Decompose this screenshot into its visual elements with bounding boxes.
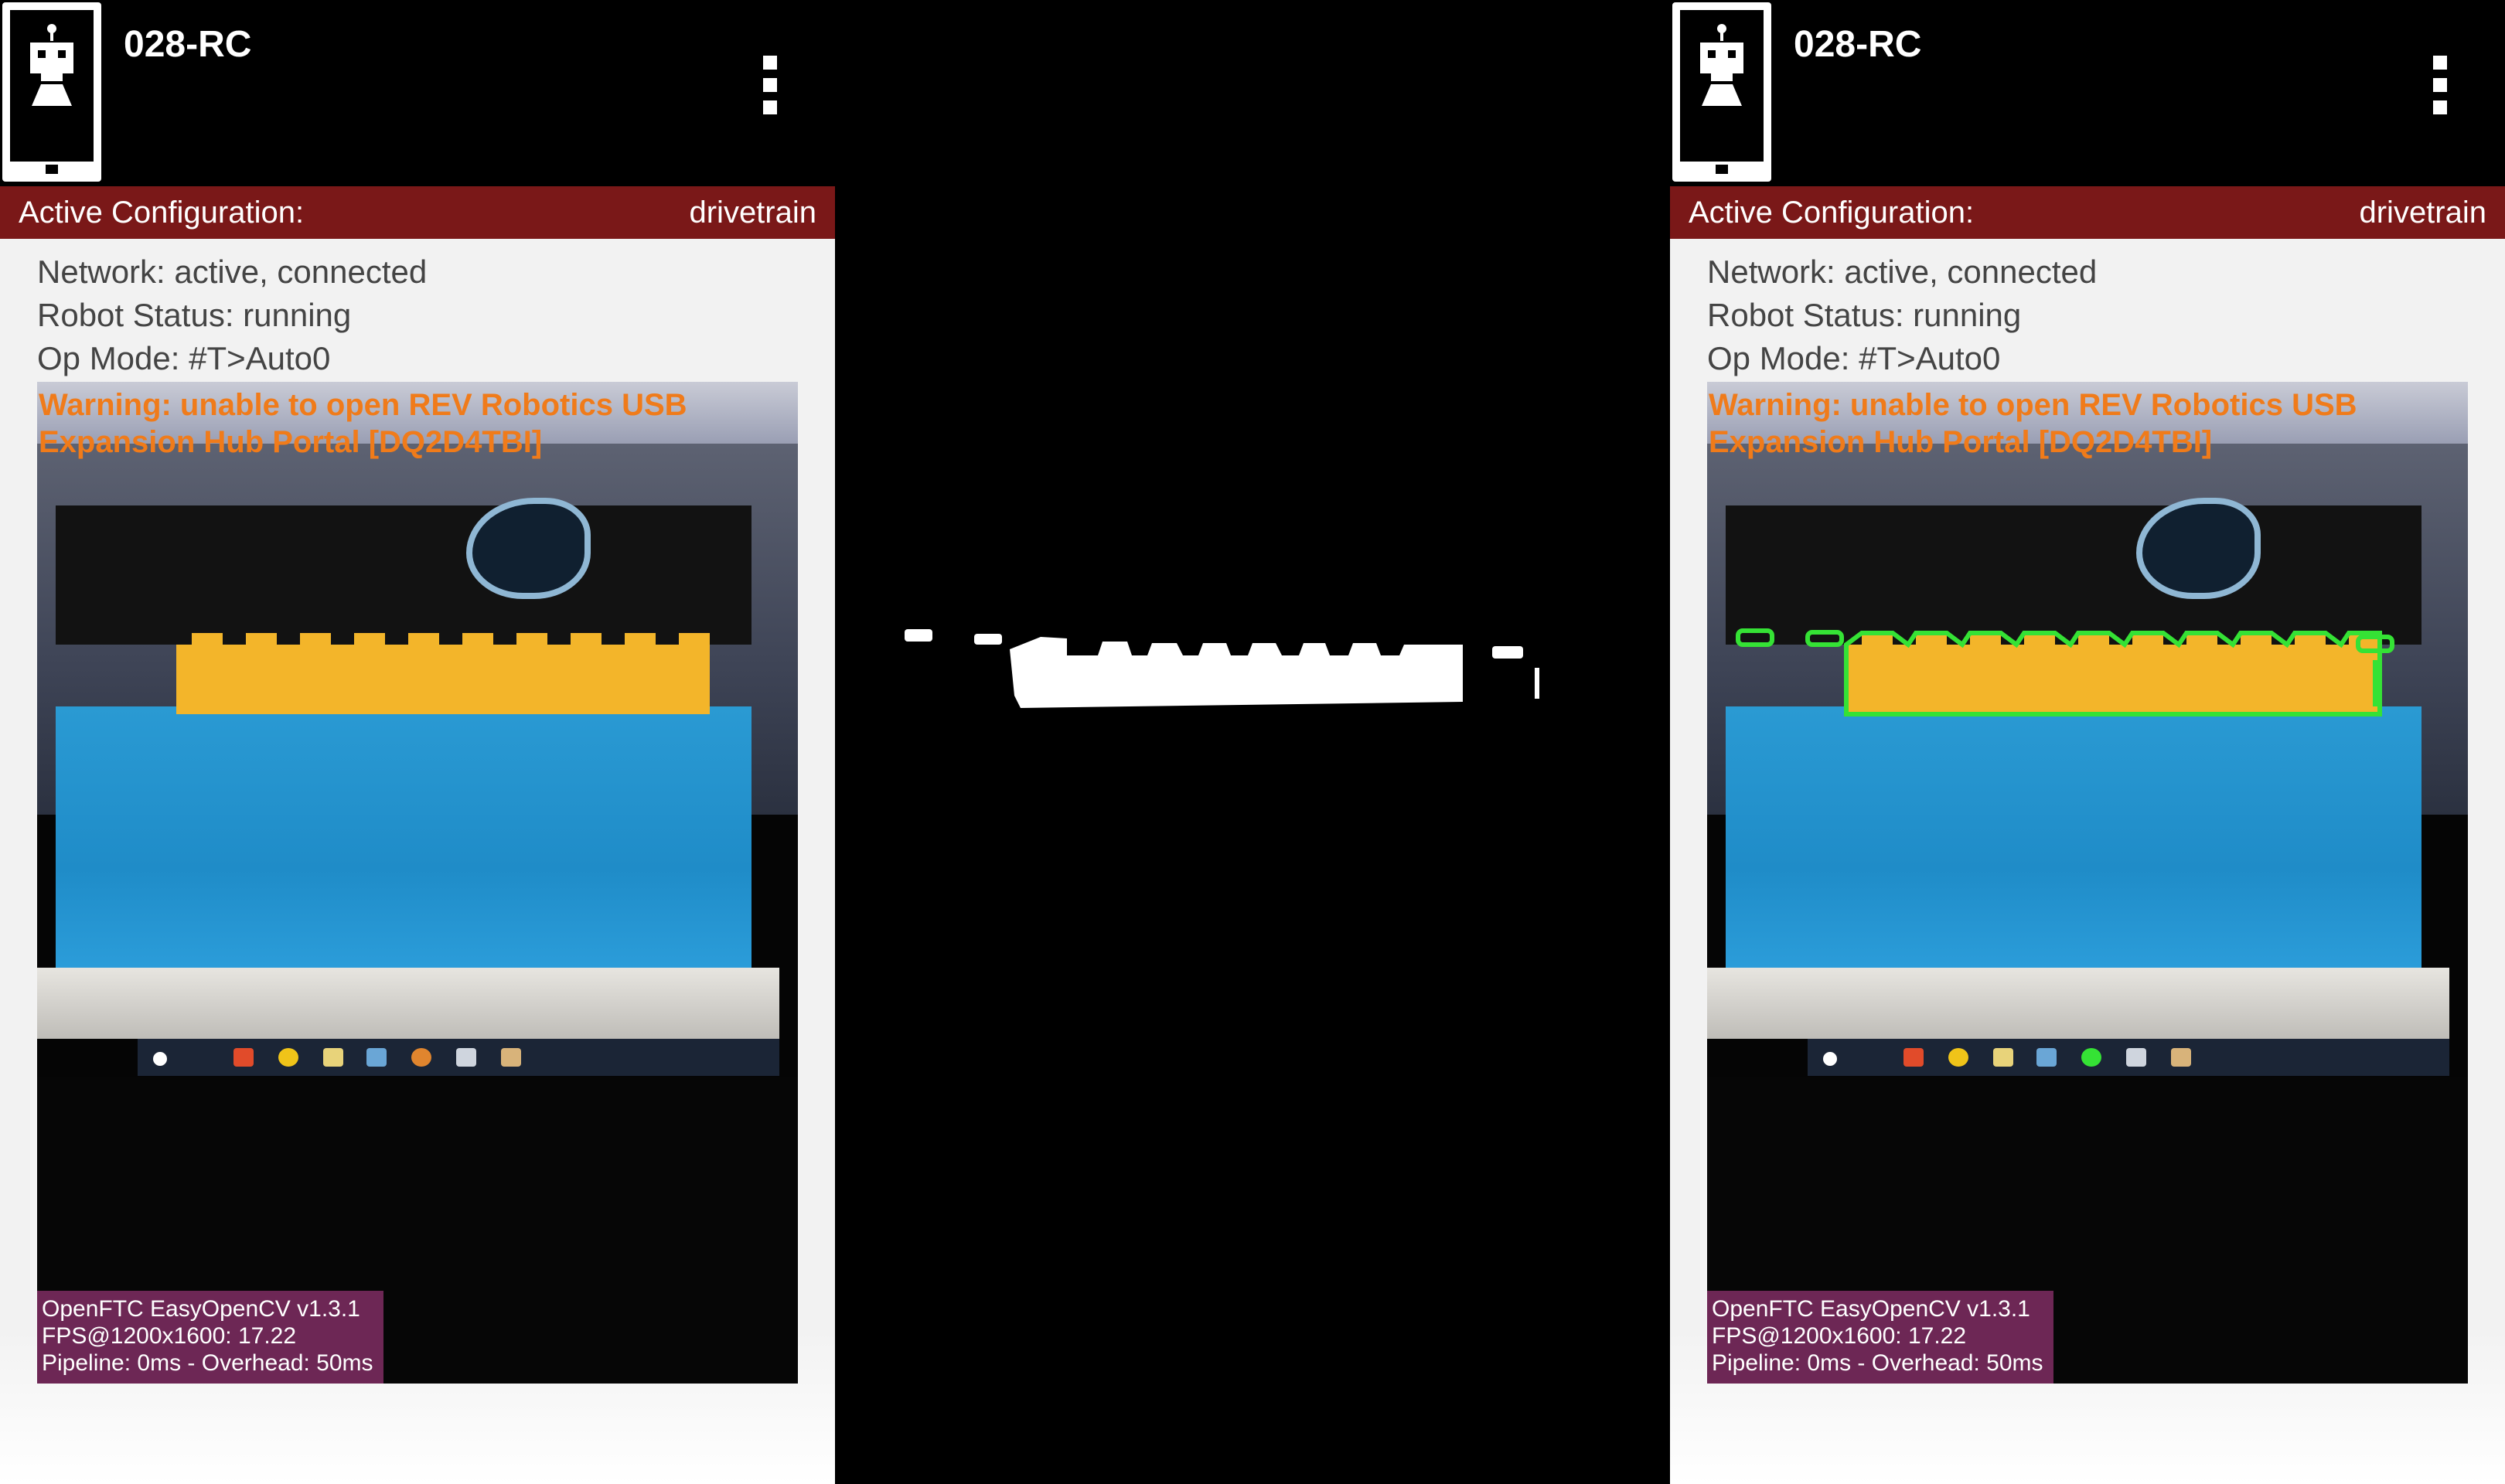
config-label: Active Configuration:: [19, 196, 305, 230]
desk-surface: [1707, 968, 2449, 1039]
network-status: Network: active, connected: [1707, 254, 2098, 290]
camera-preview-with-contours: Warning: unable to open REV Robotics USB…: [1707, 382, 2468, 1384]
yellow-stones: [176, 645, 710, 714]
cv-pipeline: Pipeline: 0ms - Overhead: 50ms: [1712, 1350, 2043, 1376]
photos-icon: [366, 1048, 387, 1067]
cortana-icon: [1823, 1052, 1837, 1066]
warning-line-1: Warning: unable to open REV Robotics USB: [39, 388, 687, 422]
cv-version: OpenFTC EasyOpenCV v1.3.1: [1712, 1296, 2030, 1322]
cv-version: OpenFTC EasyOpenCV v1.3.1: [42, 1296, 360, 1322]
blender-icon: [411, 1048, 431, 1067]
app-bar: 028-RC: [0, 0, 835, 186]
easyopencv-stats: OpenFTC EasyOpenCV v1.3.1 FPS@1200x1600:…: [1707, 1291, 2053, 1384]
robot-status: Robot Status: running: [37, 297, 352, 333]
cv-fps: FPS@1200x1600: 17.22: [42, 1323, 297, 1349]
config-value: drivetrain: [689, 196, 816, 230]
chrome-icon: [278, 1048, 298, 1067]
robot-phone-icon: [1672, 2, 1771, 182]
robot-status: Robot Status: running: [1707, 297, 2022, 333]
hub-warning: Warning: unable to open REV Robotics USB…: [1709, 386, 2357, 461]
op-mode-status: Op Mode: #T>Auto0: [37, 340, 331, 376]
robot-controller-screen-contour: 028-RC Active Configuration: drivetrain …: [1670, 0, 2505, 1484]
paint-icon: [501, 1048, 521, 1067]
app-title: 028-RC: [124, 24, 252, 65]
overflow-menu-icon[interactable]: [2429, 56, 2451, 130]
active-configuration-bar: Active Configuration: drivetrain: [1670, 186, 2505, 239]
cv-fps: FPS@1200x1600: 17.22: [1712, 1323, 1967, 1349]
binary-mask: [905, 629, 1539, 708]
warning-line-2: Expansion Hub Portal [DQ2D4TBI]: [39, 425, 543, 459]
paint-icon: [2171, 1048, 2191, 1067]
robot-controller-screen: 028-RC Active Configuration: drivetrain …: [0, 0, 835, 1484]
config-value: drivetrain: [2359, 196, 2486, 230]
photos-icon: [2036, 1048, 2057, 1067]
right-phone-panel: 028-RC Active Configuration: drivetrain …: [1670, 0, 2505, 1484]
config-label: Active Configuration:: [1689, 196, 1975, 230]
warning-line-1: Warning: unable to open REV Robotics USB: [1709, 388, 2357, 422]
network-status: Network: active, connected: [37, 254, 428, 290]
easyopencv-stats: OpenFTC EasyOpenCV v1.3.1 FPS@1200x1600:…: [37, 1291, 383, 1384]
chrome-icon: [1948, 1048, 1968, 1067]
notepad-icon: [323, 1048, 343, 1067]
robot-phone-icon: [2, 2, 101, 182]
media-icon: [2126, 1048, 2146, 1067]
media-icon: [456, 1048, 476, 1067]
cv-pipeline: Pipeline: 0ms - Overhead: 50ms: [42, 1350, 373, 1376]
app-bar: 028-RC: [1670, 0, 2505, 186]
blue-carpet: [56, 706, 752, 977]
app-title: 028-RC: [1794, 24, 1922, 65]
threshold-mask-panel: [835, 0, 1670, 1484]
camera-preview: Warning: unable to open REV Robotics USB…: [37, 382, 798, 1384]
left-phone-panel: 028-RC Active Configuration: drivetrain …: [0, 0, 835, 1484]
hub-warning: Warning: unable to open REV Robotics USB…: [39, 386, 687, 461]
store-icon: [233, 1048, 254, 1067]
active-configuration-bar: Active Configuration: drivetrain: [0, 186, 835, 239]
cortana-icon: [153, 1052, 167, 1066]
overflow-menu-icon[interactable]: [759, 56, 781, 130]
warning-line-2: Expansion Hub Portal [DQ2D4TBI]: [1709, 425, 2213, 459]
store-icon: [1903, 1048, 1924, 1067]
notepad-icon: [1993, 1048, 2013, 1067]
desk-surface: [37, 968, 779, 1039]
op-mode-status: Op Mode: #T>Auto0: [1707, 340, 2001, 376]
blender-icon: [2081, 1048, 2101, 1067]
